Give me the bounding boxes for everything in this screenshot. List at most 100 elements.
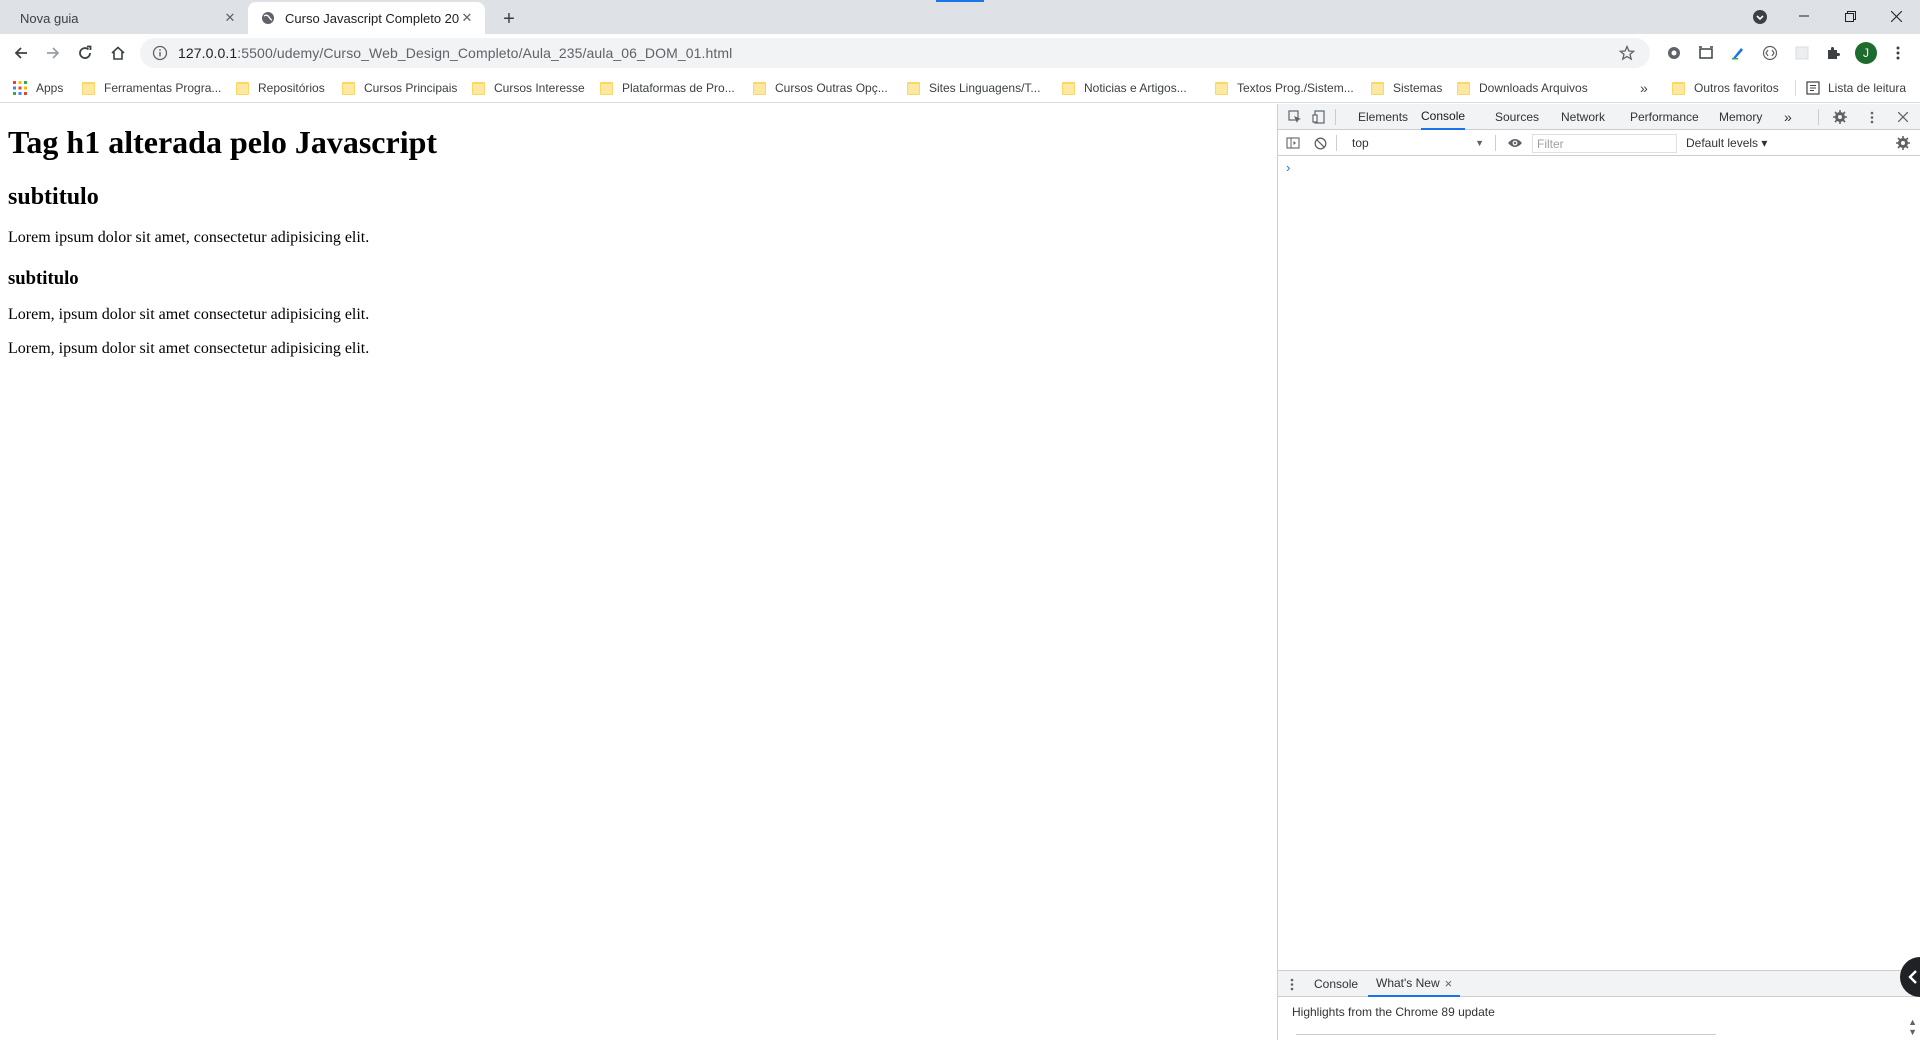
bookmark-folder[interactable]: Ferramentas Progra...: [82, 78, 221, 98]
drawer-tab-whats-new[interactable]: What's New ×: [1368, 971, 1461, 997]
folder-icon: [753, 81, 766, 95]
screenshot-extension-icon[interactable]: [1696, 43, 1716, 63]
tab-title: Nova guia: [20, 10, 79, 26]
folder-icon: [600, 81, 613, 95]
scroll-arrow-icon[interactable]: ▲ ▼: [1908, 1017, 1917, 1037]
customize-menu-icon[interactable]: [1863, 108, 1881, 126]
tab-memory[interactable]: Memory: [1719, 104, 1762, 130]
profile-avatar[interactable]: J: [1855, 42, 1877, 64]
log-levels-dropdown[interactable]: Default levels ▾: [1686, 134, 1767, 152]
bookmark-folder[interactable]: Noticias e Artigos...: [1062, 78, 1187, 98]
inspect-element-icon[interactable]: [1286, 108, 1304, 126]
close-devtools-icon[interactable]: [1894, 108, 1912, 126]
bookmark-label: Sistemas: [1393, 81, 1443, 95]
home-button[interactable]: [104, 39, 132, 67]
bookmark-other-favorites[interactable]: Outros favoritos: [1672, 78, 1779, 98]
address-bar[interactable]: 127.0.0.1:5500/udemy/Curso_Web_Design_Co…: [140, 38, 1650, 68]
code-extension-icon[interactable]: [1760, 43, 1780, 63]
puzzle-extensions-icon[interactable]: [1823, 43, 1843, 63]
live-expression-eye-icon[interactable]: [1506, 134, 1524, 152]
url-text: 127.0.0.1:5500/udemy/Curso_Web_Design_Co…: [178, 45, 732, 61]
drawer-tabbar: Console What's New ×: [1278, 957, 1920, 997]
bookmark-folder[interactable]: Sites Linguagens/T...: [907, 78, 1040, 98]
reading-list-label: Lista de leitura: [1828, 81, 1907, 95]
new-tab-button[interactable]: +: [497, 7, 521, 31]
sidebar-toggle-icon[interactable]: [1284, 134, 1302, 152]
forward-button[interactable]: [39, 39, 67, 67]
back-button[interactable]: [7, 39, 35, 67]
tab-curso-javascript[interactable]: Curso Javascript Completo 2008 ✕: [248, 2, 485, 34]
console-settings-gear-icon[interactable]: [1894, 134, 1912, 152]
bookmark-label: Cursos Outras Opç...: [775, 81, 888, 95]
toolbar-divider: [1818, 109, 1819, 125]
bookmarks-divider: [1795, 80, 1796, 96]
close-icon[interactable]: ✕: [459, 10, 475, 26]
device-toolbar-icon[interactable]: [1310, 108, 1328, 126]
context-select[interactable]: top ▼: [1348, 134, 1488, 152]
close-icon[interactable]: ✕: [222, 10, 238, 26]
devtools-panel: Elements Console Sources Network Perform…: [1277, 104, 1920, 1040]
bookmark-folder[interactable]: Cursos Interesse: [472, 78, 585, 98]
settings-gear-icon[interactable]: [1831, 108, 1849, 126]
reading-list-icon: [1806, 81, 1820, 95]
restore-icon[interactable]: [1827, 0, 1873, 32]
tab-elements[interactable]: Elements: [1358, 104, 1408, 130]
folder-icon: [1672, 81, 1685, 95]
bookmark-folder[interactable]: Sistemas: [1371, 78, 1442, 98]
tab-performance[interactable]: Performance: [1630, 104, 1699, 130]
minimize-icon[interactable]: [1781, 0, 1827, 32]
folder-icon: [907, 81, 920, 95]
paragraph-3: Lorem, ipsum dolor sit amet consectetur …: [8, 340, 370, 357]
collapse-drawer-button[interactable]: [1900, 957, 1920, 997]
bookmark-label: Ferramentas Progra...: [104, 81, 222, 95]
kebab-menu-icon[interactable]: [1888, 43, 1908, 63]
filter-input[interactable]: [1532, 134, 1677, 153]
drawer-divider: [1296, 1034, 1716, 1035]
reading-list-button[interactable]: Lista de leitura: [1806, 78, 1906, 98]
folder-icon: [342, 81, 355, 95]
bookmark-folder[interactable]: Repositórios: [236, 78, 325, 98]
bookmark-star-icon[interactable]: [1618, 44, 1636, 62]
devtools-drawer: Console What's New × Highlights from the…: [1278, 957, 1920, 1040]
clear-console-icon[interactable]: [1311, 134, 1329, 152]
bookmark-folder[interactable]: Cursos Principais: [342, 78, 457, 98]
devtools-tabbar: Elements Console Sources Network Perform…: [1278, 104, 1920, 130]
toolbar-divider: [1336, 135, 1337, 151]
folder-icon: [1062, 81, 1075, 95]
tab-title: Curso Javascript Completo 2008: [285, 10, 459, 26]
bookmark-apps[interactable]: Apps: [13, 78, 63, 98]
bookmark-folder[interactable]: Textos Prog./Sistem...: [1215, 78, 1354, 98]
console-prompt[interactable]: ›: [1286, 160, 1290, 175]
blank-extension-icon[interactable]: [1792, 43, 1812, 63]
drawer-menu-icon[interactable]: [1283, 975, 1301, 993]
close-icon[interactable]: ×: [1445, 976, 1453, 991]
tab-nova-guia[interactable]: Nova guia ✕: [0, 2, 248, 34]
bookmark-folder[interactable]: Plataformas de Pro...: [600, 78, 735, 98]
tab-sources[interactable]: Sources: [1495, 104, 1539, 130]
tab-console[interactable]: Console: [1421, 104, 1466, 130]
drawer-tab-console[interactable]: Console: [1314, 971, 1358, 997]
close-window-icon[interactable]: [1873, 0, 1919, 32]
bookmarks-overflow-button[interactable]: »: [1640, 78, 1648, 98]
pen-extension-icon[interactable]: [1728, 43, 1748, 63]
bookmark-folder[interactable]: Downloads Arquivos: [1457, 78, 1588, 98]
tab-search-icon[interactable]: [1750, 7, 1770, 27]
page-viewport: Tag h1 alterada pelo Javascript subtitul…: [0, 104, 1277, 1040]
reload-button[interactable]: [71, 39, 99, 67]
tab-indicator: [936, 0, 984, 2]
extension-gear-icon[interactable]: [1664, 43, 1684, 63]
bookmark-label: Downloads Arquivos: [1479, 81, 1588, 95]
bookmark-folder[interactable]: Cursos Outras Opç...: [753, 78, 888, 98]
paragraph-2: Lorem, ipsum dolor sit amet consectetur …: [8, 306, 370, 323]
bookmark-label: Repositórios: [258, 81, 325, 95]
tab-network[interactable]: Network: [1561, 104, 1605, 130]
bookmarks-bar: Apps Ferramentas Progra... Repositórios …: [0, 72, 1920, 103]
more-tabs-button[interactable]: »: [1784, 104, 1792, 130]
bookmark-label: Noticias e Artigos...: [1084, 81, 1187, 95]
tab-strip: Nova guia ✕ Curso Javascript Completo 20…: [0, 0, 1920, 34]
page-heading: Tag h1 alterada pelo Javascript: [8, 124, 438, 160]
console-toolbar: top ▼ Default levels ▾: [1278, 130, 1920, 156]
url-path: :5500/udemy/Curso_Web_Design_Completo/Au…: [237, 45, 733, 61]
site-info-icon[interactable]: [152, 45, 168, 61]
subtitle-h2: subtitulo: [8, 184, 99, 210]
